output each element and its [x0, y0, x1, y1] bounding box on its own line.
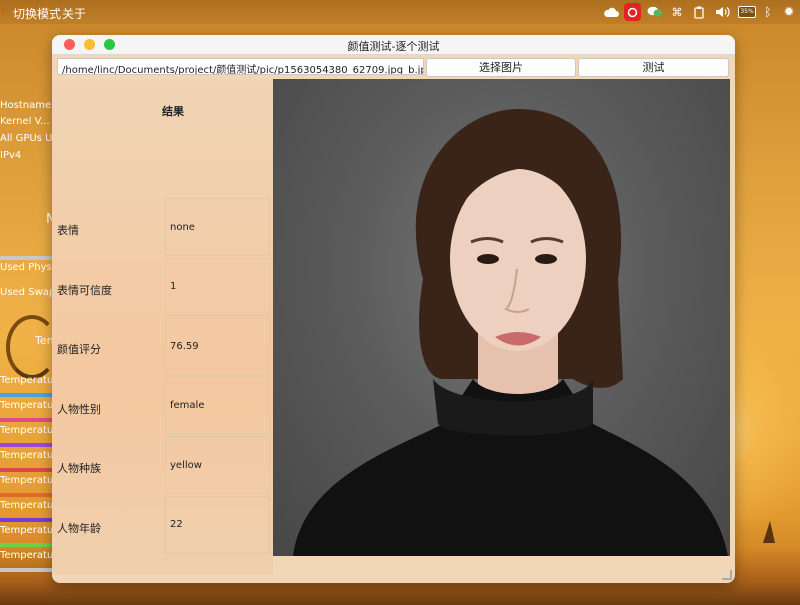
- volume-icon[interactable]: [714, 3, 730, 21]
- top-panel: › 切换模式 关于 ⌘ 35% ᛒ ✹: [0, 0, 800, 24]
- result-row-value: 22: [165, 495, 270, 554]
- result-panel: 结果 表情 none 表情可信度 1 颜值评分 76.59 人物性别 female 人物种族 ye…: [52, 79, 273, 575]
- widget-gpu-label: All GPUs Us: [0, 133, 58, 144]
- result-row-value: 76.59: [165, 317, 270, 375]
- menu-about[interactable]: 关于: [62, 5, 86, 22]
- image-path-field[interactable]: /home/linc/Documents/project/颜值测试/pic/p1…: [57, 58, 424, 75]
- result-row-label: 表情可信度: [57, 283, 112, 297]
- menu-switch-mode[interactable]: 切换模式: [13, 5, 61, 22]
- resize-handle[interactable]: [722, 570, 732, 580]
- widget-gauge-label: Ten: [35, 334, 54, 347]
- portrait-illustration: [293, 109, 728, 556]
- temperature-bar: [0, 493, 52, 497]
- result-row-value: female: [165, 376, 270, 435]
- widget-kernel-label: Kernel V...: [0, 116, 50, 127]
- portrait-photo: [273, 79, 730, 556]
- result-row-label: 人物种族: [57, 462, 101, 475]
- memory-bar: [0, 256, 52, 260]
- result-row-label: 人物年龄: [57, 521, 101, 535]
- test-button[interactable]: 测试: [578, 58, 729, 77]
- window-titlebar[interactable]: 颜值测试-逐个测试: [52, 35, 735, 55]
- temperature-bar: [0, 568, 52, 572]
- widget-ipv4-label: IPv4: [0, 150, 22, 161]
- face-score-window: 颜值测试-逐个测试 /home/linc/Documents/project/颜…: [52, 35, 735, 583]
- choose-image-button[interactable]: 选择图片: [426, 58, 576, 77]
- clipboard-icon[interactable]: [693, 3, 705, 21]
- apple-logo-icon: ›: [1, 4, 6, 17]
- battery-percent: 35%: [738, 6, 756, 18]
- sailboat-silhouette: [763, 521, 775, 543]
- wechat-icon[interactable]: [646, 3, 664, 21]
- cloud-icon[interactable]: [603, 3, 619, 21]
- bluetooth-icon[interactable]: ᛒ: [762, 3, 774, 21]
- brightness-icon[interactable]: ✹: [782, 3, 796, 21]
- command-icon[interactable]: ⌘: [670, 3, 684, 21]
- temperature-bar: [0, 518, 52, 522]
- result-row-value: none: [165, 198, 270, 256]
- result-row-label: 表情: [57, 224, 79, 237]
- result-row-label: 颜值评分: [57, 343, 101, 356]
- netease-music-icon[interactable]: [624, 3, 641, 21]
- widget-hostname-label: Hostname: [0, 100, 52, 111]
- temperature-bar: [0, 443, 52, 447]
- temperature-bar: [0, 393, 52, 397]
- temperature-gauge: [6, 315, 58, 379]
- result-row-value: yellow: [165, 436, 270, 494]
- window-title: 颜值测试-逐个测试: [347, 40, 440, 53]
- temperature-bar: [0, 543, 52, 547]
- result-heading: 结果: [162, 105, 184, 118]
- battery-icon[interactable]: 35%: [737, 3, 757, 21]
- temperature-bar: [0, 418, 52, 422]
- result-row-value: 1: [165, 257, 270, 316]
- temperature-bar: [0, 468, 52, 472]
- result-row-label: 人物性别: [57, 402, 101, 416]
